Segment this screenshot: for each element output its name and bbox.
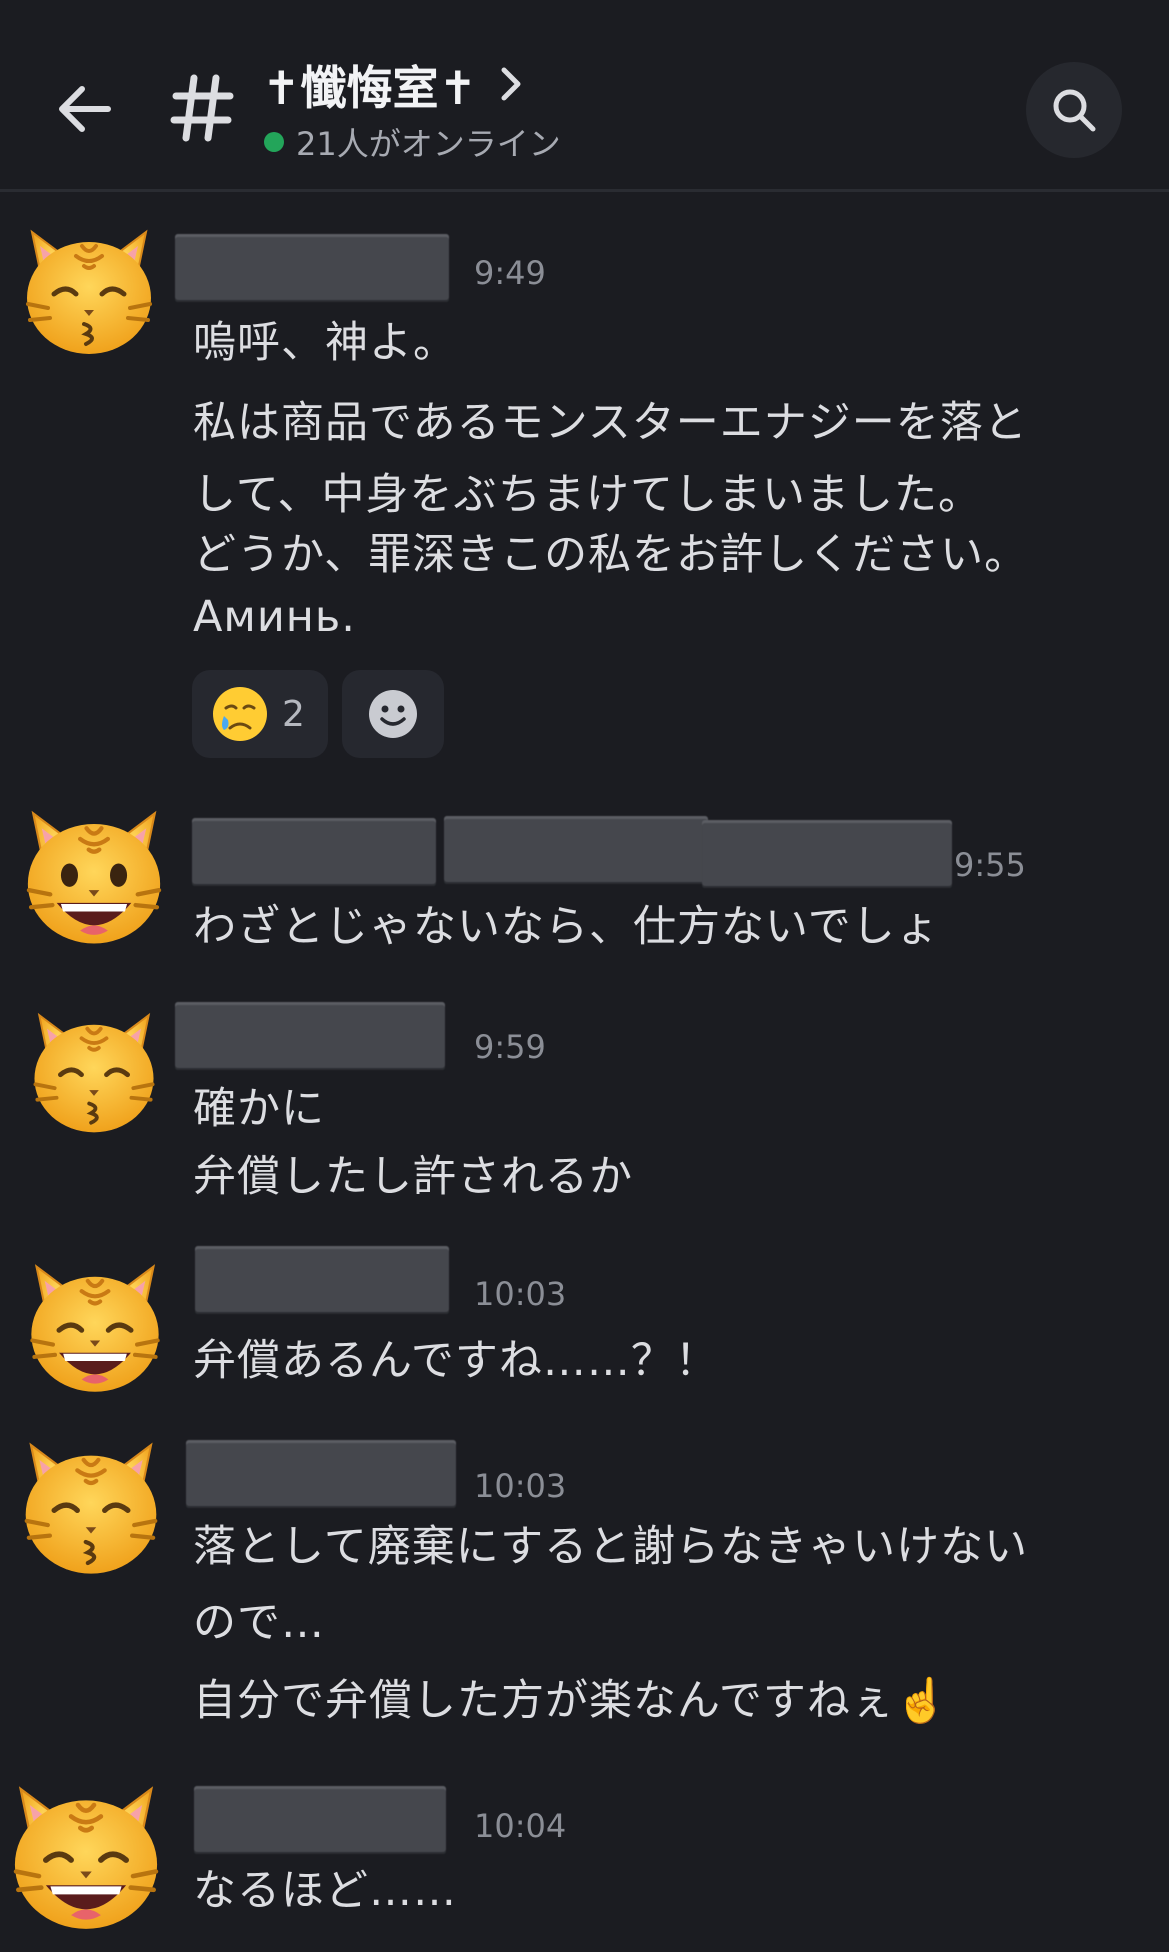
message-line: なるほど…… [193,1866,457,1916]
message-line: ので… [193,1598,325,1648]
username[interactable] [195,1246,449,1314]
message-line: 嗚呼、神よ。 [193,318,457,368]
channel-name[interactable]: ✝懺悔室✝ [262,52,477,118]
grinning-cat-icon[interactable] [14,792,174,952]
timestamp: 9:59 [474,1028,546,1066]
message-line: して、中身をぶちまけてしまいました。 [193,470,982,520]
kissing-cat-icon[interactable] [14,212,164,362]
username[interactable] [186,1440,456,1508]
kissing-cat-icon[interactable] [22,996,166,1140]
kissing-cat-icon[interactable] [12,1424,170,1582]
username[interactable] [444,816,708,884]
username[interactable] [194,1786,446,1854]
message-line: どうか、罪深きこの私をお許しください。 [193,530,1029,580]
message-line: 自分で弁償した方が楽なんですねぇ☝️ [193,1676,950,1726]
search-icon [1053,89,1096,132]
online-dot-icon [264,132,284,152]
username[interactable] [175,1002,445,1070]
username[interactable] [192,818,436,886]
laughing-cat-icon[interactable] [0,1766,172,1938]
reaction-count: 2 [282,693,305,735]
username[interactable] [175,234,449,302]
message-line: わざとじゃないなら、仕方ないでしょ [193,902,940,952]
channel-header: ✝懺悔室✝ 21人がオンライン [0,0,1169,192]
message-line: 私は商品であるモンスターエナジーを落と [193,398,1028,448]
timestamp: 10:04 [474,1807,567,1845]
back-arrow-icon[interactable] [52,76,118,142]
timestamp: 10:03 [474,1275,567,1313]
reaction-cry[interactable]: 2 [192,670,328,758]
timestamp: 9:55 [954,846,1026,884]
laughing-cat-icon[interactable] [18,1246,172,1400]
online-status: 21人がオンライン [264,120,561,164]
message-line: 確かに [193,1084,325,1134]
username[interactable] [702,820,952,888]
timestamp: 9:49 [474,254,546,292]
crying-face-icon [213,687,267,741]
timestamp: 10:03 [474,1467,567,1505]
hash-icon [170,74,234,142]
add-reaction-icon [369,690,417,738]
add-reaction-button[interactable] [342,670,444,758]
message-line: 落として廃棄にすると謝らなきゃいけない [193,1522,1029,1572]
online-count: 21人がオンライン [296,125,561,163]
message-line: 弁償したし許されるか [193,1152,633,1202]
search-button[interactable] [1026,62,1122,158]
message-line: Аминь. [193,592,356,642]
chevron-right-icon[interactable] [500,64,524,104]
message-line: 弁償あるんですね……？！ [193,1336,719,1386]
